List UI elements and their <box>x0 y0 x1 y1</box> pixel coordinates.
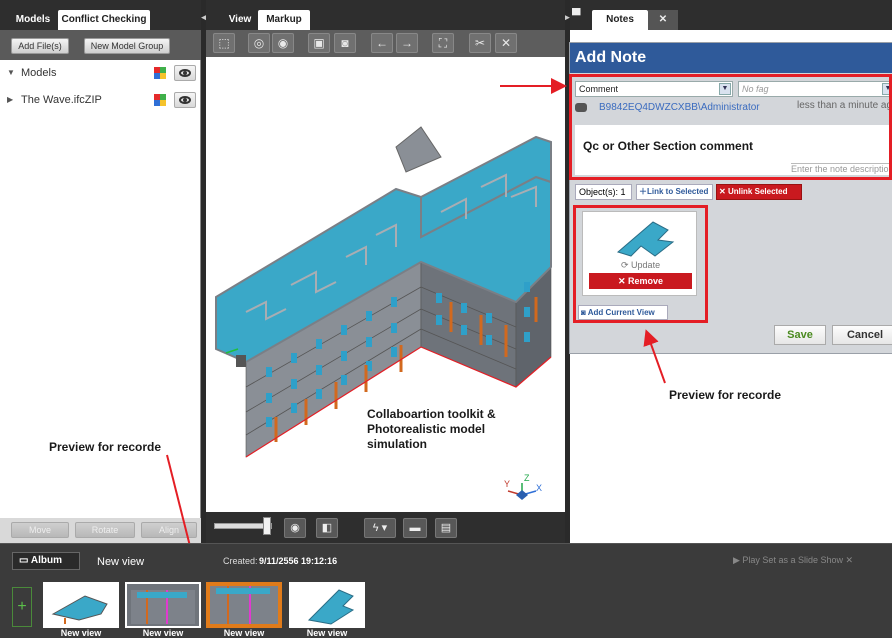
album-label: Album <box>30 555 62 566</box>
created-value: 9/11/2556 19:12:16 <box>259 556 338 566</box>
inbox-icon: ▭ <box>19 555 31 566</box>
album-thumbnail-selected[interactable] <box>206 582 282 628</box>
add-view-button[interactable]: + <box>12 587 32 627</box>
slideshow-button[interactable]: ▶ Play Set as a Slide Show ✕ <box>733 555 853 566</box>
album-thumbnail[interactable] <box>289 582 365 628</box>
album-thumbnail[interactable] <box>43 582 119 628</box>
album-button[interactable]: ▭ Album <box>12 552 80 570</box>
created-label: Created: <box>223 556 258 566</box>
album-thumbnail[interactable] <box>125 582 201 628</box>
view-title[interactable]: New view <box>97 556 144 568</box>
preview-annotation: Preview for recorde <box>669 388 782 402</box>
annotation-arrows <box>166 78 666 574</box>
album-annotation: Preview for recorde <box>49 440 162 454</box>
slideshow-label: Play Set as a Slide Show <box>742 555 843 565</box>
